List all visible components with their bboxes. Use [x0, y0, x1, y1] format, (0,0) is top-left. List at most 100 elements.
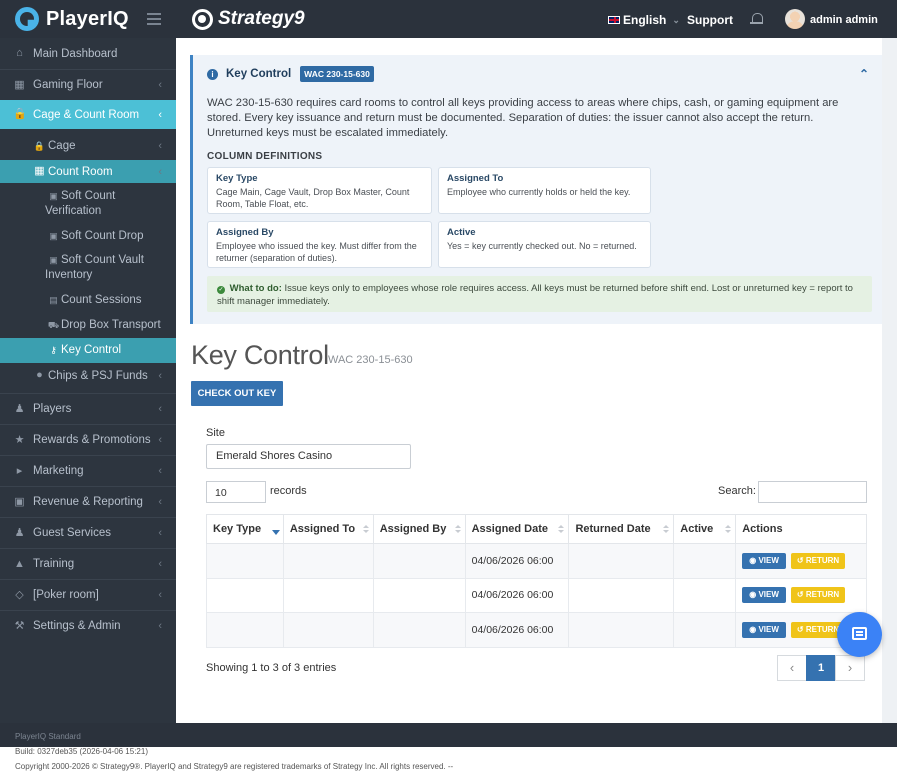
megaphone-icon: ▸	[16, 464, 23, 477]
sidebar-item-label: Gaming Floor	[33, 79, 103, 91]
cell-actions: ◉ VIEW ↺ RETURN	[735, 577, 867, 613]
sort-icon	[663, 525, 670, 535]
support-link[interactable]: Support	[687, 13, 733, 27]
playeriq-logo[interactable]: PlayerIQ	[15, 6, 129, 32]
cell-active	[673, 612, 737, 648]
sidebar-item-rewards-promotions[interactable]: ★ Rewards & Promotions ‹	[0, 424, 176, 455]
search-input[interactable]	[758, 481, 867, 503]
user-menu[interactable]: admin admin	[810, 14, 878, 26]
bell-icon[interactable]	[750, 12, 763, 26]
sidebar-item-label: Guest Services	[33, 527, 111, 539]
playeriq-logo-icon	[15, 7, 39, 31]
column-header-returned-date[interactable]: Returned Date	[568, 514, 675, 544]
menu-toggle-icon[interactable]	[147, 13, 161, 25]
chevron-left-icon: ‹	[158, 527, 162, 539]
column-header-assigned-to[interactable]: Assigned To	[282, 514, 374, 544]
sidebar-item-label: Count Sessions	[61, 294, 142, 306]
site-select[interactable]: Emerald Shores Casino	[206, 444, 411, 469]
chevron-left-icon: ‹	[158, 434, 162, 446]
check-out-key-button[interactable]: CHECK OUT KEY	[191, 381, 283, 406]
sidebar-item-revenue-reporting[interactable]: ▣ Revenue & Reporting ‹	[0, 486, 176, 517]
sort-icon	[454, 525, 461, 535]
page-subtitle: WAC 230-15-630	[328, 354, 413, 366]
page-title: Key Control	[191, 340, 329, 370]
definition-assigned-by: Assigned By Employee who issued the key.…	[207, 221, 432, 268]
sidebar-item-label: Cage	[48, 140, 76, 152]
cell-assigned-date: 04/06/2026 06:00	[464, 577, 570, 613]
info-description: WAC 230-15-630 requires card rooms to co…	[207, 97, 839, 139]
definition-text: Employee who issued the key. Must differ…	[216, 241, 417, 263]
chevron-left-icon: ‹	[158, 403, 162, 415]
sidebar-item-guest-services[interactable]: ♟ Guest Services ‹	[0, 517, 176, 548]
sidebar-item-count-sessions[interactable]: ▤ Count Sessions	[0, 290, 176, 311]
definition-title: Active	[447, 227, 476, 238]
sidebar-item-training[interactable]: ▲ Training ‹	[0, 548, 176, 579]
undo-icon: ↺	[796, 590, 804, 600]
chevron-left-icon: ‹	[158, 140, 162, 152]
view-button[interactable]: ◉ VIEW	[742, 552, 786, 569]
sidebar-item-label: Count Room	[48, 165, 113, 178]
pagination-previous[interactable]: ‹	[777, 655, 807, 681]
cell-assigned-by	[372, 543, 466, 579]
cell-assigned-to	[282, 577, 374, 613]
avatar[interactable]	[785, 9, 805, 29]
chevron-left-icon: ‹	[158, 108, 162, 121]
eye-icon: ◉	[749, 590, 757, 600]
definition-title: Assigned By	[216, 227, 274, 238]
sidebar-item-main-dashboard[interactable]: ⌂ Main Dashboard	[0, 38, 176, 69]
sidebar-item-drop-box-transport[interactable]: ⛟ Drop Box Transport	[0, 315, 176, 336]
column-label: Assigned Date	[471, 523, 549, 535]
records-per-page-select[interactable]: 10	[206, 481, 266, 503]
chevron-left-icon: ‹	[158, 79, 162, 91]
sidebar-item-cage[interactable]: 🔒 Cage ‹	[0, 134, 176, 158]
chevron-left-icon: ‹	[158, 558, 162, 570]
sidebar-item-soft-count-verification[interactable]: ▣ Soft Count Verification	[0, 188, 176, 220]
sidebar-item-chips-psj-funds[interactable]: ● Chips & PSJ Funds ‹	[0, 365, 176, 386]
pagination-page[interactable]: 1	[806, 655, 836, 681]
diamond-icon: ◇	[15, 588, 24, 601]
view-button[interactable]: ◉ VIEW	[742, 621, 786, 638]
sidebar-item-poker-room[interactable]: ◇ [Poker room] ‹	[0, 579, 176, 610]
sidebar-item-settings-admin[interactable]: ⚒ Settings & Admin ‹	[0, 610, 176, 641]
table-row: 04/06/2026 06:00 ◉ VIEW ↺ RETURN	[206, 577, 867, 613]
view-button[interactable]: ◉ VIEW	[742, 587, 786, 604]
chevron-up-icon[interactable]: ⌃	[859, 67, 869, 81]
chat-button[interactable]	[837, 612, 882, 657]
return-button[interactable]: ↺ RETURN	[790, 552, 846, 569]
search-label: Search:	[718, 485, 756, 497]
column-label: Returned Date	[575, 523, 651, 535]
pagination-next[interactable]: ›	[835, 655, 865, 681]
sort-icon	[725, 525, 732, 535]
sidebar-item-cage-count-room[interactable]: 🔒 Cage & Count Room ‹	[0, 100, 176, 129]
language-selector[interactable]: English ⌄	[608, 13, 680, 27]
sidebar-item-label: [Poker room]	[33, 589, 99, 601]
column-header-key-type[interactable]: Key Type	[206, 514, 284, 544]
sidebar-item-label: Soft Count Drop	[61, 230, 144, 242]
sidebar-item-marketing[interactable]: ▸ Marketing ‹	[0, 455, 176, 486]
cell-actions: ◉ VIEW ↺ RETURN	[735, 543, 867, 579]
sidebar-item-key-control[interactable]: ⚷ Key Control	[0, 338, 176, 363]
table-row: 04/06/2026 06:00 ◉ VIEW ↺ RETURN	[206, 543, 867, 579]
column-header-assigned-by[interactable]: Assigned By	[372, 514, 466, 544]
sidebar-item-soft-count-vault-inventory[interactable]: ▣ Soft Count Vault Inventory	[0, 252, 176, 284]
chevron-left-icon: ‹	[158, 465, 162, 477]
cell-returned-date	[568, 577, 675, 613]
return-button[interactable]: ↺ RETURN	[790, 587, 846, 604]
graduation-cap-icon: ▲	[14, 557, 25, 570]
column-header-assigned-date[interactable]: Assigned Date	[464, 514, 570, 544]
sidebar-item-players[interactable]: ♟ Players ‹	[0, 393, 176, 424]
sidebar-item-count-room[interactable]: ▦ Count Room ‹	[0, 160, 176, 183]
column-label: Active	[680, 523, 714, 535]
language-label: English	[623, 13, 667, 27]
star-icon: ★	[14, 433, 25, 446]
column-header-active[interactable]: Active	[673, 514, 737, 544]
sidebar-item-soft-count-drop[interactable]: ▣ Soft Count Drop	[0, 226, 176, 247]
calculator-icon: ▦	[34, 165, 45, 177]
cell-assigned-to	[282, 543, 374, 579]
return-label: RETURN	[805, 590, 840, 600]
sidebar-item-gaming-floor[interactable]: ▦ Gaming Floor ‹	[0, 69, 176, 100]
sidebar-item-label: Key Control	[61, 344, 122, 356]
sidebar-item-label: Chips & PSJ Funds	[48, 369, 148, 382]
cell-assigned-date: 04/06/2026 06:00	[464, 612, 570, 648]
chevron-left-icon: ‹	[158, 165, 162, 178]
